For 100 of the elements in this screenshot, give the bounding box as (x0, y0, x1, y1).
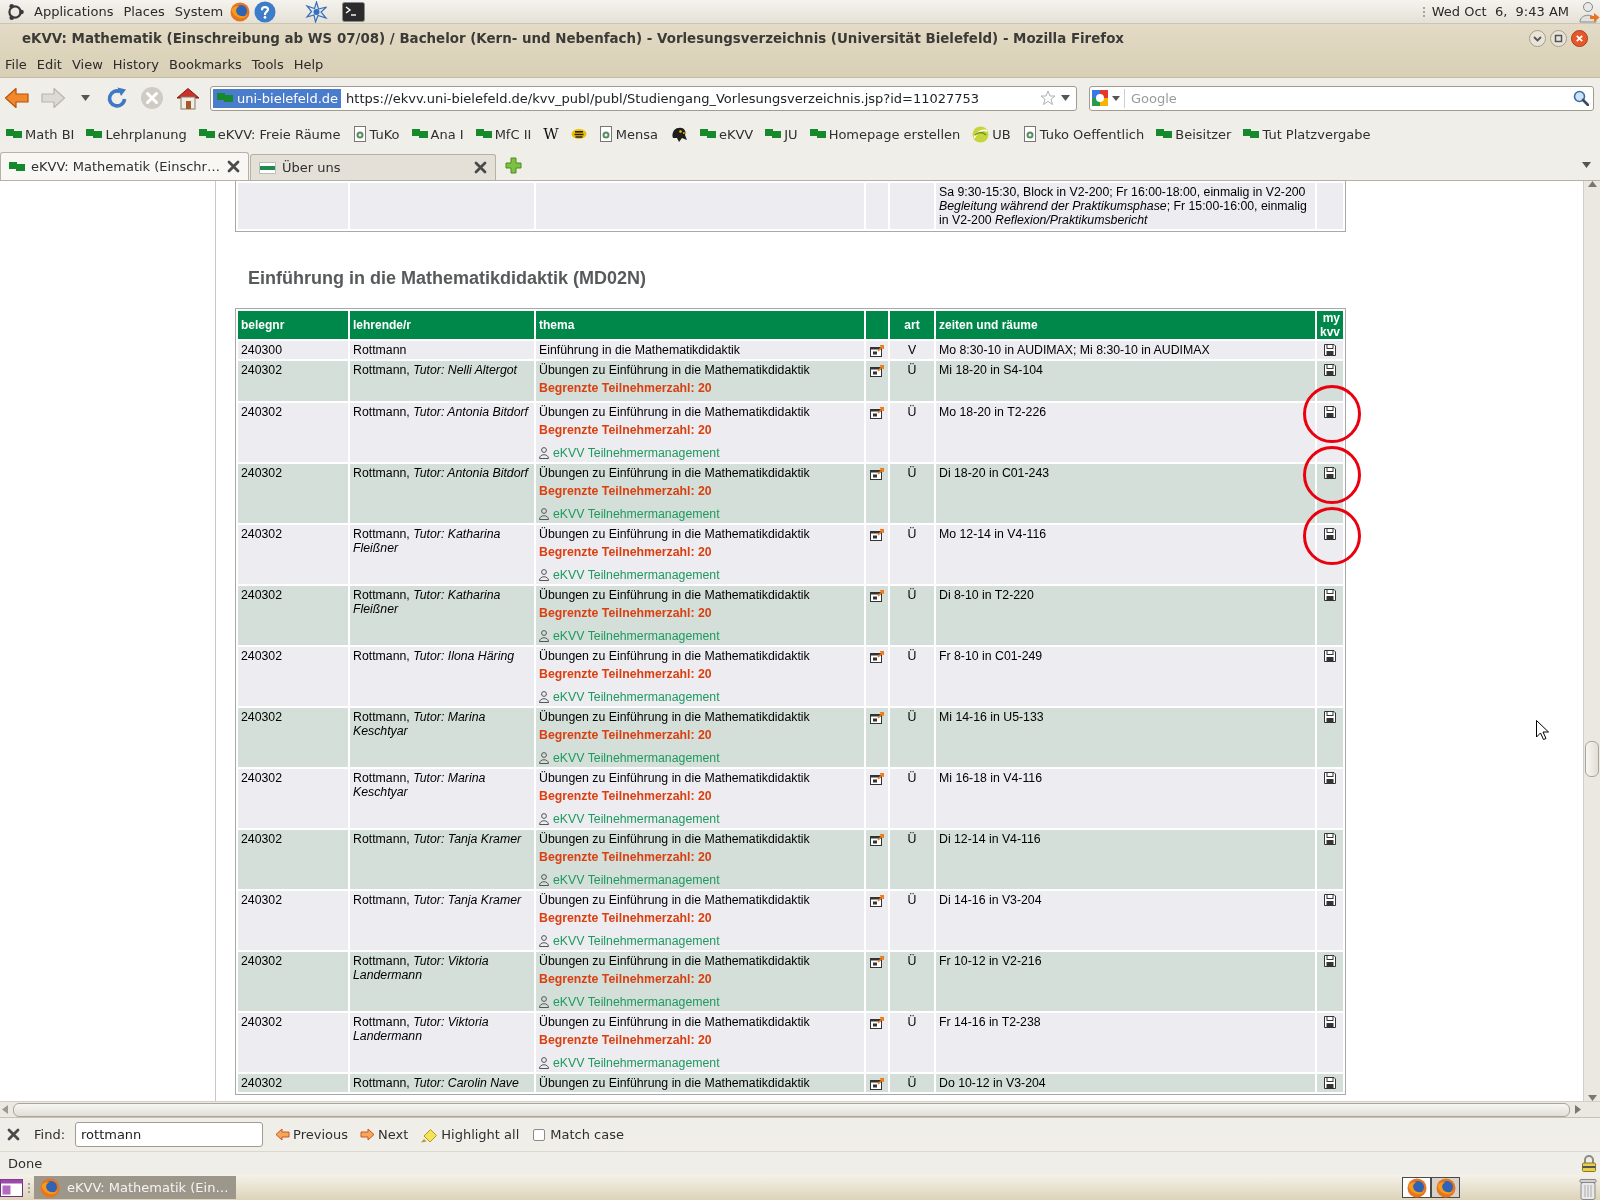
trash-icon[interactable] (1579, 1178, 1597, 1200)
menu-item[interactable]: File (0, 57, 32, 72)
flag-icon (1156, 128, 1173, 140)
bookmark-item[interactable]: eKVV: Freie Räume (194, 122, 345, 146)
tab[interactable]: Über uns (250, 154, 496, 180)
site-identity-button[interactable]: uni-bielefeld.de (213, 88, 342, 108)
person-icon (539, 569, 549, 581)
bookmark-item[interactable]: Ana I (407, 122, 468, 146)
find-field[interactable]: rottmann (75, 1122, 263, 1147)
close-icon[interactable] (7, 1128, 20, 1141)
find-label: Find: (34, 1127, 65, 1142)
bookmark-item[interactable]: Beisitzer (1152, 122, 1236, 146)
bookmark-item[interactable]: eKVV (695, 122, 758, 146)
course-title: Übungen zu Einführung in die Mathematikdidaktik (539, 405, 810, 419)
bookmark-item[interactable]: W (539, 122, 563, 146)
starburst-icon[interactable] (305, 0, 329, 23)
logo-icon[interactable] (6, 2, 24, 21)
bookmark-item[interactable]: UB (968, 122, 1015, 146)
menu-item[interactable]: View (66, 57, 108, 72)
search-icon[interactable] (1573, 89, 1589, 106)
address-field[interactable]: uni-bielefeld.de https://ekvv.uni-bielefeld.de/kvv_publ/publ/Studiengang_Vorlesungsverzeichnis.jsp?id=11027753 (210, 85, 1077, 111)
course-type: Ü (907, 527, 917, 541)
schedule-text: Fr 14-16 in T2-238 (939, 1015, 1041, 1029)
lecturer-name: Rottmann, Tutor: Viktoria Landermann (353, 954, 489, 982)
bookmark-item[interactable]: JU (761, 122, 802, 146)
caret-icon[interactable] (1061, 95, 1070, 101)
person-icon (539, 447, 549, 459)
help-icon[interactable] (254, 0, 277, 23)
next-button[interactable]: Next (359, 1127, 409, 1142)
menu-item[interactable]: Edit (31, 57, 67, 72)
home-icon[interactable] (175, 86, 201, 110)
close-icon[interactable] (227, 160, 240, 173)
menu-item[interactable]: History (107, 57, 165, 72)
bookmark-item[interactable]: Mensa (594, 122, 662, 146)
capacity-note: Begrenzte Teilnehmerzahl: 20 (539, 728, 712, 742)
course-title: Übungen zu Einführung in die Mathematikdidaktik (539, 1015, 810, 1029)
tab[interactable]: eKVV: Mathematik (Einschr… (0, 152, 249, 180)
scroll-up-icon[interactable] (1587, 181, 1597, 187)
capacity-note: Begrenzte Teilnehmerzahl: 20 (539, 1033, 712, 1047)
highlight-button[interactable]: Highlight all (420, 1126, 520, 1143)
checkbox[interactable] (533, 1128, 546, 1141)
course-number: 240302 (241, 832, 283, 846)
bookmark-item[interactable]: Tuko Oeffentlich (1018, 122, 1149, 146)
caret-icon[interactable] (1582, 162, 1591, 168)
star-icon[interactable] (1040, 90, 1056, 106)
lecturer-name: Rottmann, Tutor: Ilona Häring (353, 649, 515, 663)
menu-item[interactable]: Help (288, 57, 329, 72)
caret-icon[interactable] (81, 95, 90, 101)
browser-icon[interactable] (230, 1, 251, 22)
search-field[interactable]: Google (1089, 85, 1594, 111)
close-icon[interactable] (474, 161, 487, 174)
panel-menu[interactable]: Places (118, 4, 170, 19)
scrollbar-thumb[interactable] (1585, 741, 1599, 777)
flag-icon (809, 128, 826, 140)
course-number: 240302 (241, 954, 283, 968)
capacity-note: Begrenzte Teilnehmerzahl: 20 (539, 850, 712, 864)
course-number: 240302 (241, 1015, 283, 1029)
menu-item[interactable]: Tools (246, 57, 289, 72)
course-title: Übungen zu Einführung in die Mathematikdidaktik (539, 954, 810, 968)
course-type: Ü (907, 649, 917, 663)
flag-icon (1243, 128, 1260, 140)
bookmark-item[interactable]: Lehrplanung (82, 122, 191, 146)
course-number: 240302 (241, 405, 283, 419)
flag-icon (699, 128, 716, 140)
clock[interactable]: Wed Oct 6, 9:43 AM (1431, 4, 1569, 19)
minimize-icon[interactable] (1529, 29, 1546, 47)
course-title: Übungen zu Einführung in die Mathematikdidaktik (539, 588, 810, 602)
capacity-note: Begrenzte Teilnehmerzahl: 20 (539, 606, 712, 620)
course-number: 240302 (241, 710, 283, 724)
bookmark-item[interactable]: Math BI (2, 122, 79, 146)
bookmark-item[interactable]: Tut Platzvergabe (1239, 122, 1375, 146)
panel-menu[interactable]: System (169, 4, 229, 19)
terminal-icon[interactable] (342, 0, 366, 23)
bookmark-item[interactable]: TuKo (348, 122, 404, 146)
column-header: lehrende/r (353, 318, 412, 332)
lecturer-name: Rottmann, Tutor: Viktoria Landermann (353, 1015, 489, 1043)
maximize-icon[interactable] (1550, 29, 1567, 47)
menu-item[interactable]: Bookmarks (164, 57, 247, 72)
previous-button[interactable]: Previous (275, 1127, 348, 1142)
bookmark-item[interactable]: MfC II (471, 122, 536, 146)
flag-icon (411, 128, 428, 140)
user-icon[interactable] (1578, 0, 1600, 23)
desktop-icon[interactable] (0, 1178, 23, 1197)
plus-icon[interactable] (505, 156, 522, 174)
search-engine-icon[interactable] (1092, 90, 1108, 106)
lecturer-name: Rottmann, Tutor: Tanja Kramer (353, 832, 522, 846)
close-icon[interactable] (1571, 29, 1588, 47)
reload-icon[interactable] (105, 86, 129, 110)
back-arrow-icon[interactable] (4, 86, 30, 110)
vertical-scrollbar[interactable] (1583, 181, 1600, 1101)
schedule-text: Mi 16-18 in V4-116 (939, 771, 1042, 785)
person-icon (539, 691, 549, 703)
course-type: Ü (907, 954, 917, 968)
caret-icon[interactable] (1112, 95, 1120, 101)
scroll-right-icon[interactable] (1575, 1105, 1581, 1114)
course-type: Ü (907, 405, 917, 419)
bookmark-item[interactable]: Homepage erstellen (805, 122, 965, 146)
panel-menu[interactable]: Applications (29, 4, 119, 19)
checkbox-label[interactable]: Match case (550, 1127, 624, 1142)
left-arrow-icon (275, 1128, 290, 1141)
